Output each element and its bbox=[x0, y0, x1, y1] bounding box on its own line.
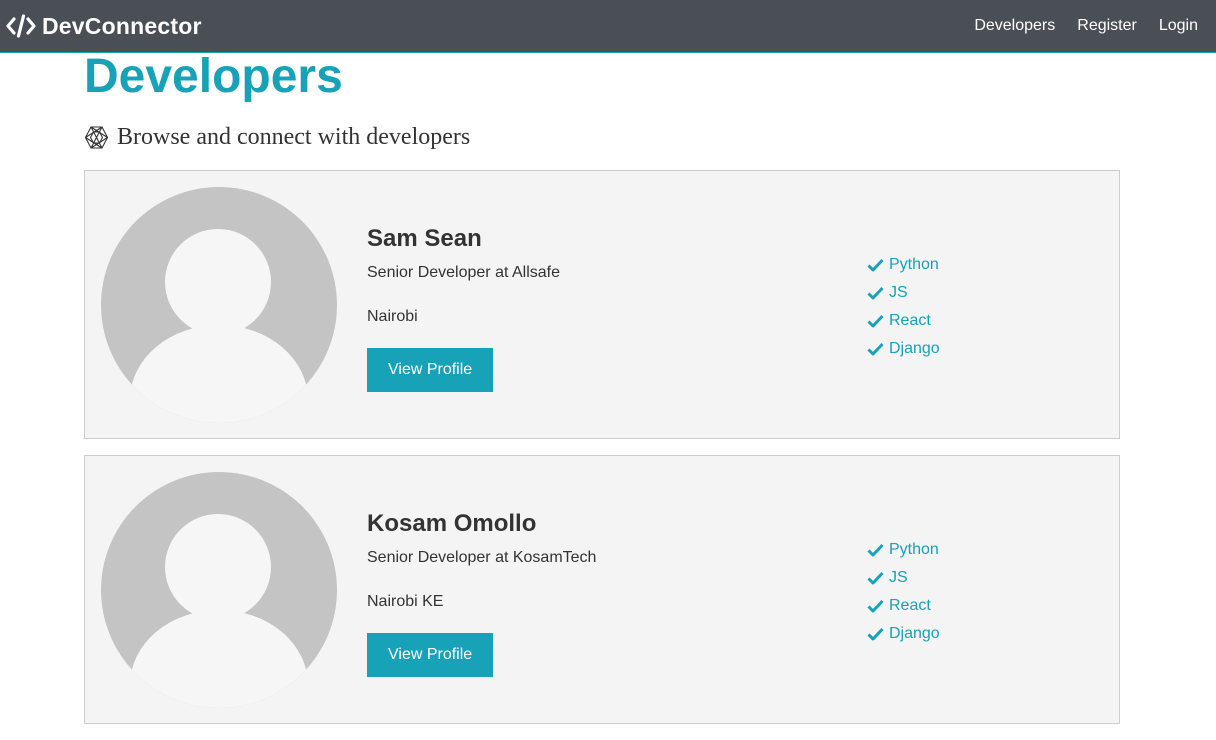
profile-card: Sam Sean Senior Developer at Allsafe Nai… bbox=[84, 170, 1120, 439]
profile-info: Kosam Omollo Senior Developer at KosamTe… bbox=[367, 510, 787, 677]
profile-location: Nairobi bbox=[367, 308, 418, 325]
profiles-list: Sam Sean Senior Developer at Allsafe Nai… bbox=[84, 170, 1120, 724]
page-title: Developers bbox=[84, 50, 343, 103]
main-content: Developers Browse and connect with devel… bbox=[84, 53, 1120, 740]
check-icon bbox=[867, 286, 884, 300]
avatar-body bbox=[130, 325, 308, 423]
avatar bbox=[101, 472, 337, 708]
avatar bbox=[101, 187, 337, 423]
skill-item: Django bbox=[867, 620, 940, 648]
skill-item: React bbox=[867, 307, 940, 335]
brand-link[interactable]: DevConnector bbox=[6, 13, 202, 40]
check-icon bbox=[867, 627, 884, 641]
skill-label: Python bbox=[889, 256, 939, 273]
profile-role: Senior Developer at Allsafe bbox=[367, 264, 560, 281]
skill-label: React bbox=[889, 597, 931, 614]
check-icon bbox=[867, 314, 884, 328]
skills-list: Python JS React Django bbox=[867, 251, 940, 363]
skill-item: Python bbox=[867, 536, 940, 564]
check-icon bbox=[867, 258, 884, 272]
brand-name: DevConnector bbox=[42, 12, 202, 39]
page-lead: Browse and connect with developers bbox=[84, 124, 1120, 150]
nav-link-developers[interactable]: Developers bbox=[974, 17, 1055, 35]
view-profile-button[interactable]: View Profile bbox=[367, 348, 494, 392]
skill-item: Django bbox=[867, 335, 940, 363]
check-icon bbox=[867, 571, 884, 585]
skill-item: JS bbox=[867, 564, 940, 592]
view-profile-button[interactable]: View Profile bbox=[367, 633, 494, 677]
page-lead-text: Browse and connect with developers bbox=[117, 123, 471, 150]
profile-name: Kosam Omollo bbox=[367, 510, 537, 537]
skill-label: React bbox=[889, 312, 931, 329]
skill-item: React bbox=[867, 592, 940, 620]
nav-link-login[interactable]: Login bbox=[1159, 17, 1198, 35]
avatar-body bbox=[130, 610, 308, 708]
skill-item: Python bbox=[867, 251, 940, 279]
avatar-head bbox=[165, 514, 271, 620]
skills-list: Python JS React Django bbox=[867, 536, 940, 648]
nav-links: Developers Register Login bbox=[952, 17, 1198, 35]
skill-label: Python bbox=[889, 541, 939, 558]
skill-label: JS bbox=[889, 284, 908, 301]
profile-role: Senior Developer at KosamTech bbox=[367, 549, 597, 566]
skill-label: Django bbox=[889, 625, 940, 642]
check-icon bbox=[867, 342, 884, 356]
profile-location: Nairobi KE bbox=[367, 593, 444, 610]
connectdevelop-icon bbox=[84, 125, 109, 149]
nav-link-register[interactable]: Register bbox=[1077, 17, 1137, 35]
profile-card: Kosam Omollo Senior Developer at KosamTe… bbox=[84, 455, 1120, 724]
avatar-head bbox=[165, 229, 271, 335]
skill-item: JS bbox=[867, 279, 940, 307]
skill-label: Django bbox=[889, 340, 940, 357]
skill-label: JS bbox=[889, 569, 908, 586]
profile-name: Sam Sean bbox=[367, 225, 482, 252]
profile-info: Sam Sean Senior Developer at Allsafe Nai… bbox=[367, 225, 787, 392]
check-icon bbox=[867, 599, 884, 613]
code-icon bbox=[6, 14, 36, 38]
check-icon bbox=[867, 543, 884, 557]
navbar: DevConnector Developers Register Login bbox=[0, 0, 1216, 53]
